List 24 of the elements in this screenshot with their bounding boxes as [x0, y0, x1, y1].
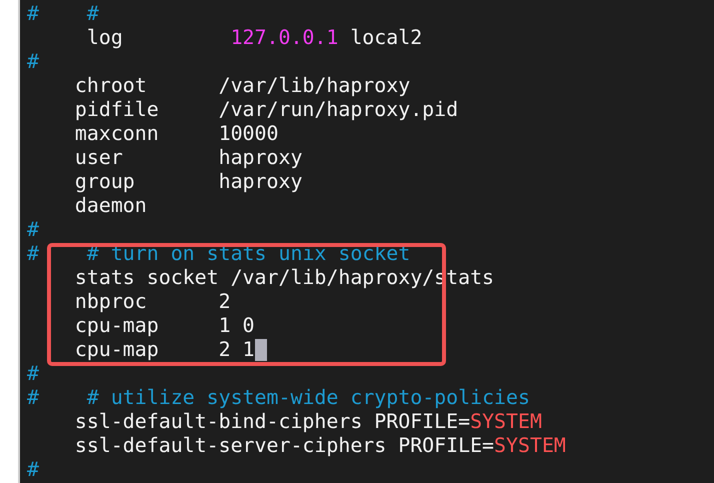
comment-text: #: [27, 218, 39, 242]
constant-text: SYSTEM: [494, 434, 566, 458]
code-text: pidfile /var/run/haproxy.pid: [74, 98, 458, 122]
code-text: cpu-map 1 0: [74, 314, 255, 338]
constant-text: SYSTEM: [470, 410, 542, 434]
code-text: log: [86, 26, 124, 50]
code-text: group haproxy: [74, 170, 302, 194]
code-text: chroot /var/lib/haproxy: [74, 74, 410, 98]
code-text: ssl-default-server-ciphers PROFILE=: [74, 434, 494, 458]
code-text: maxconn 10000: [74, 122, 278, 146]
number-text: 127.0.0.1: [230, 26, 338, 50]
comment-text: # utilize system-wide crypto-policies: [86, 386, 530, 410]
comment-text: #: [27, 362, 39, 386]
code-text: daemon: [74, 194, 147, 218]
code-text: ssl-default-bind-ciphers PROFILE=: [74, 410, 470, 434]
comment-text: #: [27, 458, 39, 482]
comment-text: #: [27, 50, 39, 74]
code-text: nbproc 2: [74, 290, 231, 314]
code-text: local2: [349, 26, 422, 50]
code-text: cpu-map 2 1: [74, 338, 255, 362]
comment-text: # #: [27, 2, 99, 26]
comment-text: #: [27, 386, 39, 410]
code-text: user haproxy: [74, 146, 302, 170]
comment-text: #: [27, 242, 39, 266]
